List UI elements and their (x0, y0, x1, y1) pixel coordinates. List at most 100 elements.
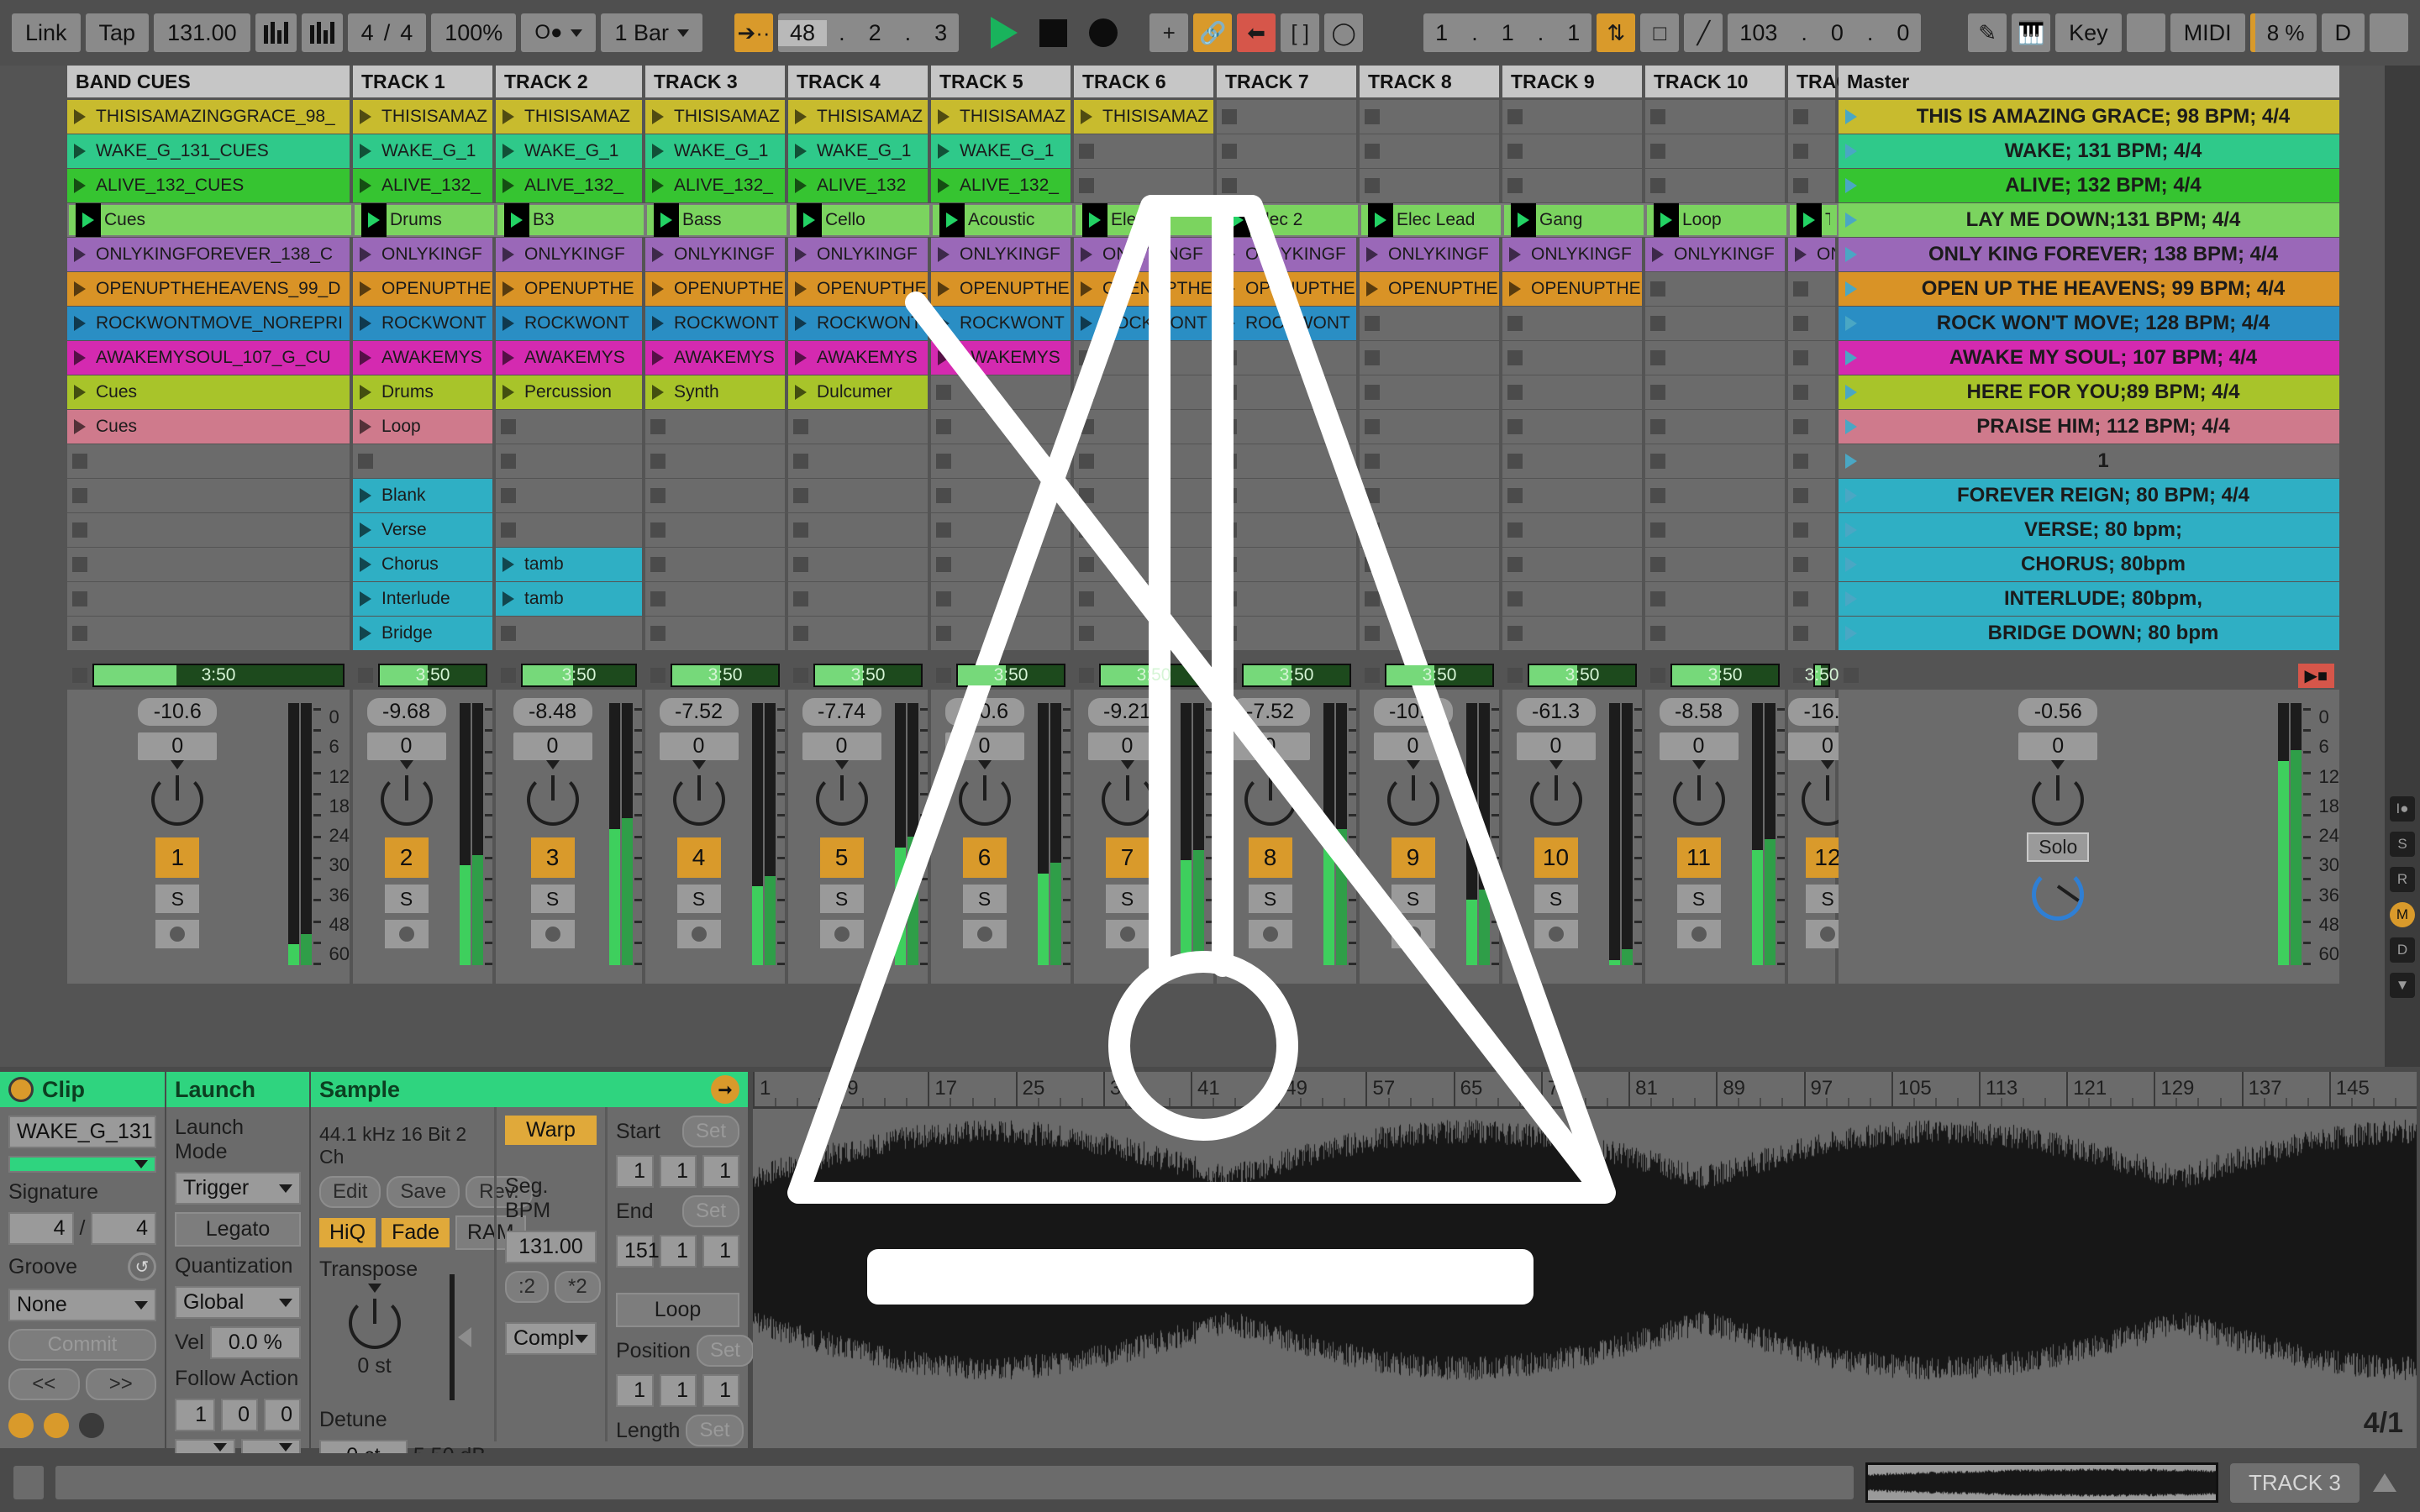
empty-slot[interactable] (1217, 134, 1360, 168)
stop-clip-icon[interactable] (1079, 591, 1094, 606)
stop-clip-icon[interactable] (1365, 454, 1380, 469)
stop-clip-icon[interactable] (72, 557, 87, 572)
empty-slot[interactable] (1788, 272, 1839, 306)
arrow-right-icon[interactable]: ➞ (711, 1075, 739, 1104)
scene-slot[interactable]: ROCK WON'T MOVE; 128 BPM; 4/4 (1839, 307, 2343, 340)
scene-play-icon[interactable] (1839, 513, 1864, 547)
empty-slot[interactable] (788, 617, 931, 650)
clip-play-icon[interactable] (504, 203, 529, 237)
scene-play-icon[interactable] (1839, 479, 1864, 512)
empty-slot[interactable] (1360, 444, 1502, 478)
empty-slot[interactable] (1360, 479, 1502, 512)
clip-slot[interactable]: AWAKEMYS (496, 341, 645, 375)
clip-slot[interactable]: tamb (496, 548, 645, 581)
clip-slot[interactable]: THISISAMAZ (353, 100, 496, 134)
sample-save-button[interactable]: Save (387, 1176, 460, 1208)
empty-slot[interactable] (931, 410, 1074, 444)
clip-play-icon[interactable] (1217, 238, 1242, 271)
stop-clip-icon[interactable] (1793, 350, 1808, 365)
clip-play-icon[interactable] (1368, 203, 1393, 237)
empty-slot[interactable] (1074, 375, 1217, 409)
clip-slot[interactable]: AWAKEMYS (353, 341, 496, 375)
stop-clip-icon[interactable] (501, 419, 516, 434)
clip-play-icon[interactable] (67, 410, 92, 444)
stop-clip-icon[interactable] (1222, 178, 1237, 193)
clip-slot[interactable]: WAKE_G_1 (353, 134, 496, 168)
clip-slot[interactable]: Chorus (353, 548, 496, 581)
empty-slot[interactable] (1502, 100, 1645, 134)
stop-clip-icon[interactable] (1793, 109, 1808, 124)
empty-slot[interactable] (645, 617, 788, 650)
stop-clip-icon[interactable] (1650, 109, 1665, 124)
clip-play-icon[interactable] (353, 582, 378, 616)
pan-knob[interactable] (1101, 760, 1154, 826)
follow-action-sixteenths[interactable]: 0 (264, 1399, 301, 1431)
sample-waveform-view[interactable]: 1 9 17 25 33 41 49 57 65 73 81 89 97 105 113 121 129 137 1… (753, 1072, 2417, 1448)
stop-clip-icon[interactable] (1507, 316, 1523, 331)
empty-slot[interactable] (1217, 341, 1360, 375)
empty-slot[interactable] (1217, 617, 1360, 650)
empty-slot[interactable] (1502, 513, 1645, 547)
scene-play-icon[interactable] (1839, 548, 1864, 581)
arm-icon[interactable] (819, 920, 864, 948)
solo-button[interactable]: S (1105, 885, 1150, 913)
empty-slot[interactable] (788, 479, 931, 512)
commit-button[interactable]: Commit (8, 1329, 156, 1361)
track-activator-button[interactable]: 11 (1676, 837, 1721, 878)
track-pan-value[interactable]: 0 (1087, 732, 1167, 760)
clip-play-icon[interactable] (67, 272, 92, 306)
clip-slot[interactable]: Dulcumer (788, 375, 931, 409)
hiq-button[interactable]: HiQ (319, 1218, 376, 1247)
clip-slot[interactable]: ROCKWONTMOVE_NOREPRI (67, 307, 353, 340)
clip-play-icon[interactable] (645, 134, 671, 168)
start-sixteenth[interactable]: 1 (702, 1155, 739, 1188)
stop-clip-icon[interactable] (1222, 144, 1237, 159)
piano-keys-icon[interactable]: 🎹 (2012, 13, 2051, 52)
stop-clip-icon[interactable] (793, 522, 808, 538)
track-pan-value[interactable]: 0 (659, 732, 739, 760)
clip-play-icon[interactable] (353, 479, 378, 512)
scene-slot[interactable]: ALIVE; 132 BPM; 4/4 (1839, 169, 2343, 202)
transpose-knob[interactable] (348, 1284, 401, 1349)
stop-clip-icon[interactable] (1507, 591, 1523, 606)
scene-play-icon[interactable] (1839, 444, 1864, 478)
clip-play-icon[interactable] (645, 341, 671, 375)
empty-slot[interactable] (645, 548, 788, 581)
clip-play-icon[interactable] (496, 134, 521, 168)
clip-slot[interactable]: ALIVE_132_ (353, 169, 496, 202)
stop-clip-icon[interactable] (1650, 385, 1665, 400)
clip-color-chooser[interactable] (8, 1156, 156, 1173)
empty-slot[interactable] (645, 513, 788, 547)
clip-slot[interactable]: Cues (67, 203, 353, 237)
empty-slot[interactable] (1502, 444, 1645, 478)
empty-slot[interactable] (1502, 341, 1645, 375)
solo-button[interactable]: S (1534, 885, 1578, 913)
stop-clip-icon[interactable] (1793, 591, 1808, 606)
clip-slot[interactable]: ALIVE_132_ (645, 169, 788, 202)
stop-clip-icon[interactable] (1650, 488, 1665, 503)
empty-slot[interactable] (1788, 134, 1839, 168)
scene-play-icon[interactable] (1839, 203, 1864, 237)
stop-clip-icon[interactable] (1793, 385, 1808, 400)
stop-clip-icon[interactable] (1793, 419, 1808, 434)
scene-play-icon[interactable] (1839, 617, 1864, 650)
stop-clip-icon[interactable] (650, 454, 666, 469)
clip-play-icon[interactable] (931, 272, 956, 306)
empty-slot[interactable] (931, 513, 1074, 547)
empty-slot[interactable] (645, 410, 788, 444)
clip-play-icon[interactable] (361, 203, 387, 237)
stop-clip-icon[interactable] (1222, 350, 1237, 365)
stop-clip-icon[interactable] (1079, 385, 1094, 400)
clip-slot[interactable]: OPENUPTHE (1360, 272, 1502, 306)
clip-slot[interactable]: OPENUPTHE (1074, 272, 1217, 306)
clip-sig-numerator[interactable]: 4 (8, 1212, 74, 1245)
gain-handle-icon[interactable] (458, 1327, 471, 1347)
stop-clip-icon[interactable] (936, 488, 951, 503)
empty-slot[interactable] (788, 444, 931, 478)
follow-action-bars[interactable]: 1 (175, 1399, 215, 1431)
stop-all-icon[interactable] (650, 668, 666, 683)
seg-bpm-value[interactable]: 131.00 (505, 1231, 597, 1263)
clip-slot[interactable]: ONLYKINGF (931, 238, 1074, 271)
clip-slot[interactable]: ALIVE_132_ (496, 169, 645, 202)
pan-knob[interactable] (1244, 760, 1297, 826)
